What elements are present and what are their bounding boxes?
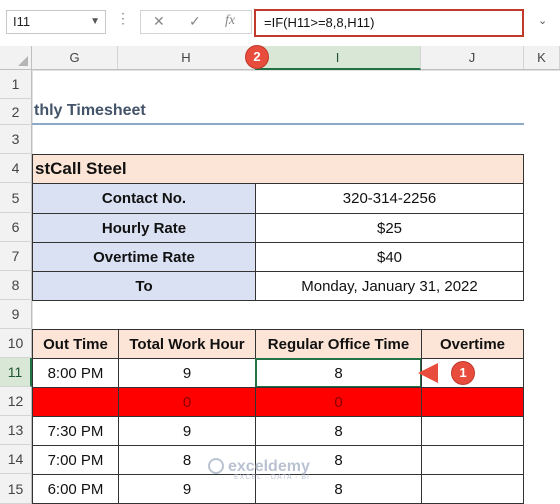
column-header-g[interactable]: G [32, 46, 118, 70]
exceldemy-logo-icon [208, 458, 224, 474]
table-cell-highlighted[interactable] [32, 387, 119, 417]
name-box[interactable]: I11 ▼ [6, 10, 106, 34]
row-header-10[interactable]: 10 [0, 329, 32, 358]
enter-icon[interactable]: ✓ [189, 13, 201, 30]
annotation-badge-2: 2 [246, 46, 268, 68]
active-cell-i11[interactable]: 8 [255, 358, 422, 388]
table-cell-highlighted[interactable] [421, 387, 524, 417]
table-cell[interactable] [421, 474, 524, 504]
row-header-3[interactable]: 3 [0, 125, 32, 154]
company-name-cell[interactable]: stCall Steel [32, 154, 524, 184]
insert-function-icon[interactable]: fx [225, 13, 235, 29]
info-value-cell[interactable]: $40 [255, 242, 524, 272]
chevron-down-icon[interactable]: ▼ [90, 11, 100, 33]
row-header-15[interactable]: 15 [0, 474, 32, 504]
watermark-tagline: EXCEL · DATA · BI [234, 474, 310, 481]
name-box-value: I11 [13, 14, 31, 29]
column-header-h[interactable]: H [118, 46, 255, 70]
sheet-title[interactable]: thly Timesheet [32, 99, 332, 123]
header-total-work-hour[interactable]: Total Work Hour [118, 329, 256, 359]
row-header-9[interactable]: 9 [0, 300, 32, 329]
row-header-6[interactable]: 6 [0, 213, 32, 242]
table-cell[interactable]: 9 [118, 416, 256, 446]
row-header-5[interactable]: 5 [0, 183, 32, 213]
expand-formula-bar-icon[interactable]: ⌄ [538, 14, 547, 27]
table-cell[interactable] [421, 416, 524, 446]
row-header-1[interactable]: 1 [0, 70, 32, 99]
row-header-11[interactable]: 11 [0, 358, 32, 387]
info-value-cell[interactable]: $25 [255, 213, 524, 243]
formula-input[interactable]: =IF(H11>=8,8,H11) [254, 9, 524, 37]
table-cell[interactable]: 9 [118, 358, 256, 388]
info-label-cell[interactable]: To [32, 271, 256, 301]
title-underline [32, 123, 524, 125]
select-all-corner[interactable] [0, 46, 32, 70]
header-overtime[interactable]: Overtime [421, 329, 524, 359]
row-header-4[interactable]: 4 [0, 154, 32, 183]
row-header-7[interactable]: 7 [0, 242, 32, 271]
column-header-k[interactable]: K [524, 46, 560, 70]
info-value-cell[interactable]: 320-314-2256 [255, 183, 524, 214]
row-header-13[interactable]: 13 [0, 416, 32, 445]
table-cell-highlighted[interactable]: 0 [118, 387, 256, 417]
more-options-icon[interactable]: ⋮ [116, 10, 131, 27]
info-value-cell[interactable]: Monday, January 31, 2022 [255, 271, 524, 301]
row-header-8[interactable]: 8 [0, 271, 32, 300]
row-header-12[interactable]: 12 [0, 387, 32, 416]
table-cell-highlighted[interactable]: 0 [255, 387, 422, 417]
info-label-cell[interactable]: Overtime Rate [32, 242, 256, 272]
info-label-cell[interactable]: Hourly Rate [32, 213, 256, 243]
header-out-time[interactable]: Out Time [32, 329, 119, 359]
info-label-cell[interactable]: Contact No. [32, 183, 256, 214]
table-cell[interactable]: 7:30 PM [32, 416, 119, 446]
table-cell[interactable]: 7:00 PM [32, 445, 119, 475]
table-cell[interactable]: 6:00 PM [32, 474, 119, 504]
header-regular-office-time[interactable]: Regular Office Time [255, 329, 422, 359]
annotation-badge-1: 1 [452, 362, 474, 384]
table-cell[interactable]: 8 [255, 416, 422, 446]
watermark: exceldemy EXCEL · DATA · BI [208, 458, 310, 481]
formula-buttons: ✕ ✓ fx [140, 10, 252, 34]
table-cell[interactable]: 8:00 PM [32, 358, 119, 388]
watermark-name: exceldemy [228, 458, 310, 475]
formula-bar: I11 ▼ ⋮ ✕ ✓ fx =IF(H11>=8,8,H11) ⌄ [0, 0, 560, 46]
row-header-2[interactable]: 2 [0, 99, 32, 125]
row-header-14[interactable]: 14 [0, 445, 32, 474]
cancel-icon[interactable]: ✕ [153, 13, 165, 30]
column-header-i[interactable]: I [255, 46, 421, 70]
table-cell[interactable] [421, 445, 524, 475]
column-header-j[interactable]: J [421, 46, 524, 70]
